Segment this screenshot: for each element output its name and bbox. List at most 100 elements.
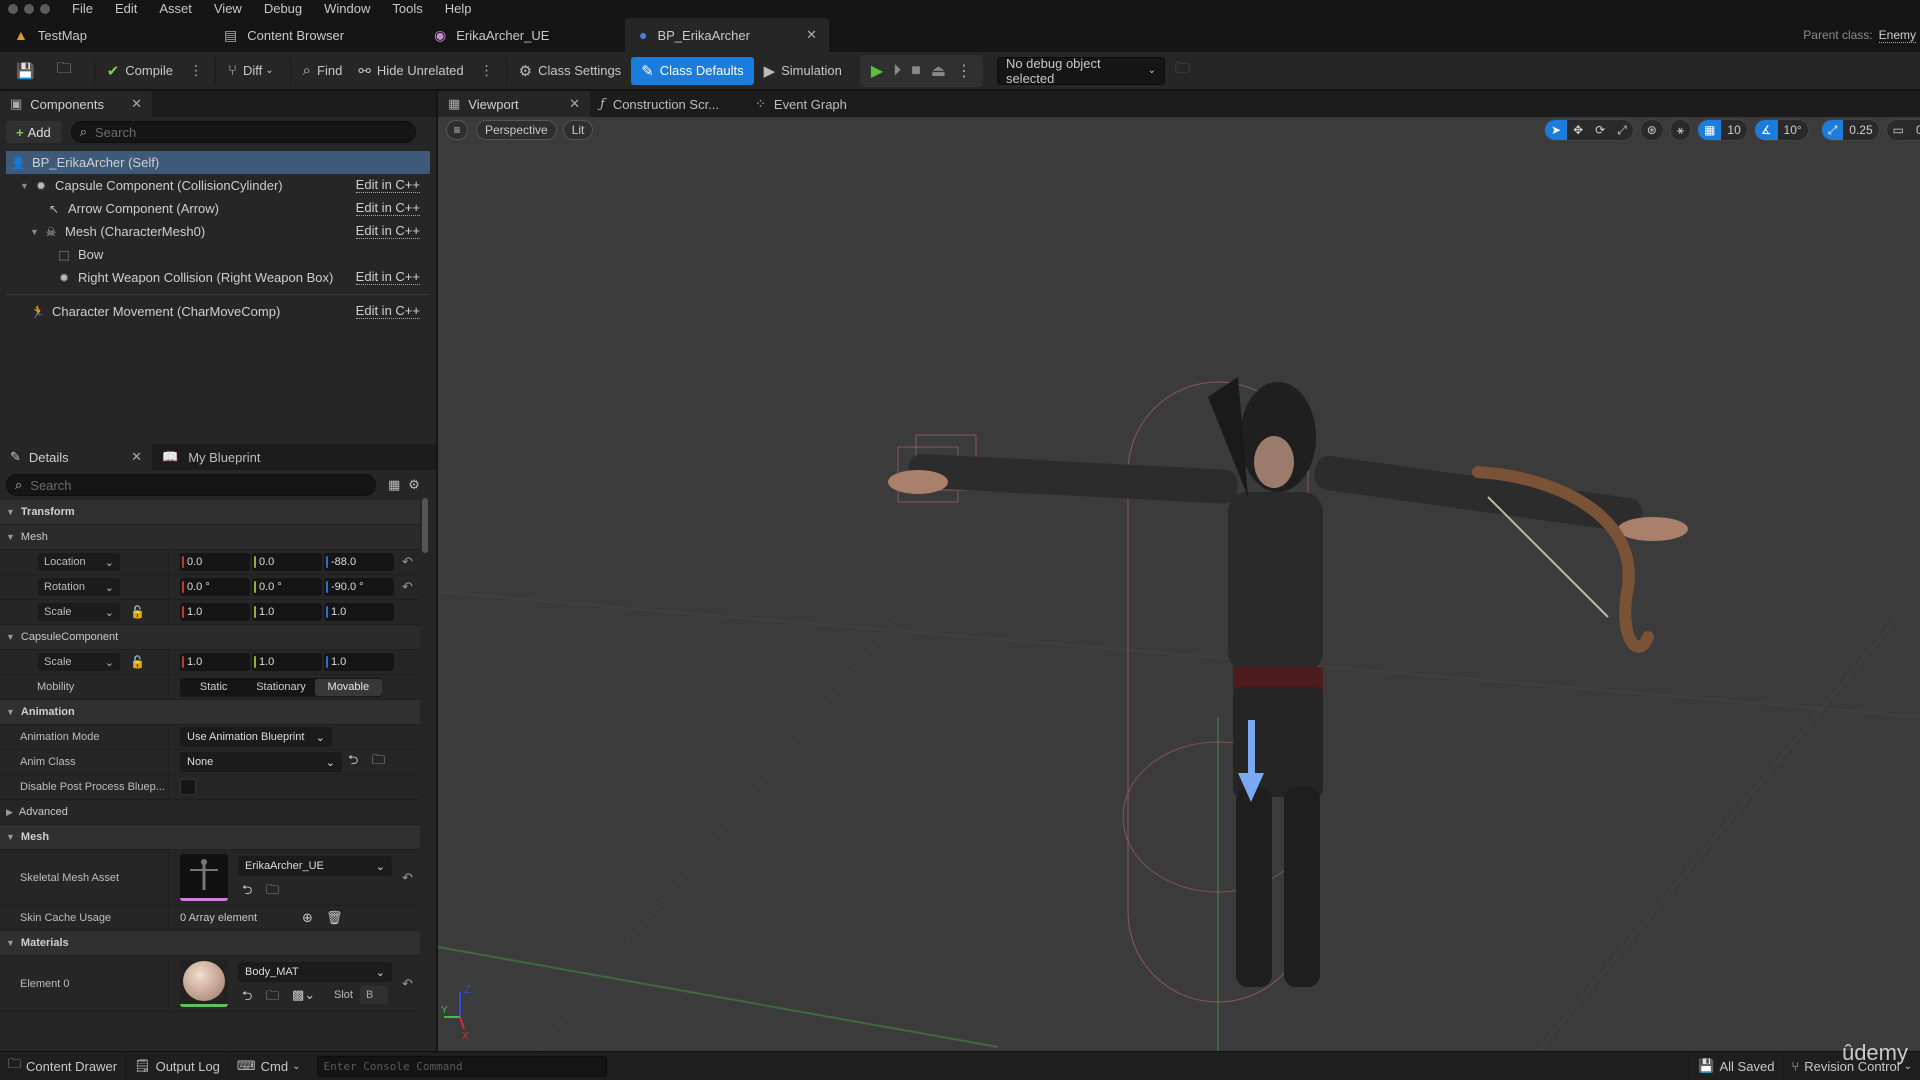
console-command-input[interactable]: Enter Console Command [316,1055,607,1077]
camera-speed-group[interactable]: ▭ 0.5 [1885,119,1920,141]
window-close-icon[interactable] [8,3,18,14]
play-options-icon[interactable]: ⋮ [956,61,972,81]
parent-class-link[interactable]: Enemy [1878,28,1916,43]
unlock-icon[interactable]: 🔓 [130,655,145,669]
location-mode-dropdown[interactable]: Location ⌄ [38,553,120,571]
expand-arrow-icon[interactable]: ▼ [30,227,40,237]
location-x-input[interactable]: 0.0 [180,553,250,571]
close-tab-icon[interactable]: ✕ [131,96,142,112]
capsule-scale-y-input[interactable]: 1.0 [252,653,322,671]
browse-asset-icon[interactable]: 🗀 [266,987,279,1009]
animation-mode-dropdown[interactable]: Use Animation Blueprint ⌄ [180,727,332,747]
stop-icon[interactable]: ■ [911,62,921,80]
menu-tools[interactable]: Tools [392,1,422,16]
edit-in-cpp-link[interactable]: Edit in C++ [355,178,420,193]
components-search-input[interactable]: ⌕ Search [70,121,416,143]
edit-in-cpp-link[interactable]: Edit in C++ [355,304,420,319]
browse-button[interactable]: 🗀 [51,57,84,85]
doc-tab-erikaarcher-ue[interactable]: ◉ ErikaArcher_UE [420,18,625,52]
browse-asset-icon[interactable]: 🗀 [266,881,279,903]
rotate-mode-icon[interactable]: ⟳ [1589,120,1611,140]
scale-y-input[interactable]: 1.0 [252,603,322,621]
revision-control-button[interactable]: ⑂ Revision Control ⌄ ûdemy [1783,1040,1920,1080]
add-component-button[interactable]: + Add [6,121,61,143]
use-selected-icon[interactable]: ⮌ [348,751,358,773]
rotation-y-input[interactable]: 0.0 ° [252,578,322,596]
browse-debug-button[interactable]: 🗀 [1169,57,1202,85]
rotation-snap-group[interactable]: ∡ 10° [1753,119,1809,141]
material-thumbnail[interactable] [180,960,228,1007]
grid-snap-group[interactable]: ▦ 10 [1697,119,1748,141]
lit-button[interactable]: Lit [562,120,594,140]
menu-window[interactable]: Window [324,1,370,16]
save-button[interactable]: 💾 [10,57,47,85]
anim-class-dropdown[interactable]: None ⌄ [180,752,342,772]
mobility-movable[interactable]: Movable [314,678,382,696]
capsule-scale-z-input[interactable]: 1.0 [324,653,394,671]
use-selected-icon[interactable]: ⮌ [242,987,252,1009]
delete-trash-icon[interactable]: 🗑 [326,910,343,926]
section-mesh[interactable]: ▼ Mesh [0,825,420,850]
edit-in-cpp-link[interactable]: Edit in C++ [355,270,420,285]
material-options-icon[interactable]: ▩⌄ [292,987,315,1003]
tree-item-mesh[interactable]: ▼ ☠ Mesh (CharacterMesh0) Edit in C++ [6,220,430,243]
rotation-z-input[interactable]: -90.0 ° [324,578,394,596]
subsection-mesh[interactable]: ▼ Mesh [0,525,420,550]
close-tab-icon[interactable]: ✕ [806,27,817,43]
menu-view[interactable]: View [214,1,242,16]
class-settings-button[interactable]: ⚙ Class Settings [513,57,628,85]
class-defaults-button[interactable]: ✎ Class Defaults [631,56,754,85]
doc-tab-bp-erikaarcher[interactable]: ● BP_ErikaArcher ✕ [625,18,829,52]
scale-snap-group[interactable]: ⤢ 0.25 [1820,119,1880,141]
perspective-button[interactable]: Perspective [476,120,557,140]
subsection-advanced[interactable]: ▶ Advanced [0,800,420,825]
skeletal-mesh-thumbnail[interactable] [180,854,228,901]
find-button[interactable]: ⌕ Find [297,57,349,85]
eject-icon[interactable]: ⏏ [931,61,946,81]
tab-components[interactable]: ▣ Components ✕ [0,91,152,117]
settings-gear-icon[interactable]: ⚙ [408,477,420,493]
menu-debug[interactable]: Debug [264,1,302,16]
rotation-mode-dropdown[interactable]: Rotation ⌄ [38,578,120,596]
viewport-3d[interactable]: Z Y X ≡ Perspective Lit ➤ ✥ ⟳ ⤢ ⊛ ⚹ ▦ 10… [438,117,1920,1051]
section-transform[interactable]: ▼ Transform [0,500,420,525]
expand-arrow-icon[interactable]: ▼ [20,181,30,191]
viewport-menu-button[interactable]: ≡ [446,120,468,140]
details-scrollbar[interactable] [422,498,428,553]
all-saved-button[interactable]: 💾 All Saved [1689,1051,1784,1080]
tree-item-right-weapon-collision[interactable]: ✹ Right Weapon Collision (Right Weapon B… [6,266,430,289]
details-search-input[interactable]: ⌕ Search [6,474,376,496]
scale-mode-icon[interactable]: ⤢ [1611,120,1633,140]
window-minimize-icon[interactable] [24,3,34,14]
tree-item-character-movement[interactable]: 🏃 Character Movement (CharMoveComp) Edit… [6,300,430,323]
browse-asset-icon[interactable]: 🗀 [372,751,385,773]
select-mode-icon[interactable]: ➤ [1545,120,1568,140]
cmd-dropdown[interactable]: ⌨ Cmd ⌄ [229,1052,309,1080]
translate-mode-icon[interactable]: ✥ [1567,120,1589,140]
output-log-button[interactable]: 🗒 Output Log [126,1051,229,1080]
skeletal-mesh-dropdown[interactable]: ErikaArcher_UE ⌄ [238,856,392,876]
edit-in-cpp-link[interactable]: Edit in C++ [355,201,420,216]
diff-button[interactable]: ⑂ Diff ⌄ [222,57,280,85]
doc-tab-testmap[interactable]: ▲ TestMap [0,18,210,52]
section-animation[interactable]: ▼ Animation [0,700,420,725]
menu-help[interactable]: Help [445,1,472,16]
use-selected-icon[interactable]: ⮌ [242,881,252,903]
capsule-scale-x-input[interactable]: 1.0 [180,653,250,671]
tab-construction-script[interactable]: ƒ Construction Scr... [590,91,745,117]
tab-viewport[interactable]: ▦ Viewport ✕ [438,91,590,117]
content-drawer-button[interactable]: 🗀 Content Drawer [0,1051,127,1080]
scale-x-input[interactable]: 1.0 [180,603,250,621]
reset-to-default-icon[interactable]: ↶ [402,870,413,886]
play-icon[interactable]: ▶ [871,61,883,81]
unlock-icon[interactable]: 🔓 [130,605,145,619]
property-matrix-icon[interactable]: ▦ [388,477,400,493]
tab-details[interactable]: ✎ Details ✕ [0,444,152,470]
compile-options-icon[interactable]: ⋮ [189,62,203,79]
mobility-static[interactable]: Static [180,679,247,696]
subsection-capsule[interactable]: ▼ CapsuleComponent [0,625,420,650]
tree-item-bow[interactable]: ⬚ Bow [6,243,430,266]
tree-item-self[interactable]: 👤 BP_ErikaArcher (Self) [6,151,430,174]
tree-item-capsule[interactable]: ▼ ✹ Capsule Component (CollisionCylinder… [6,174,430,197]
scale-mode-dropdown[interactable]: Scale ⌄ [38,653,120,671]
